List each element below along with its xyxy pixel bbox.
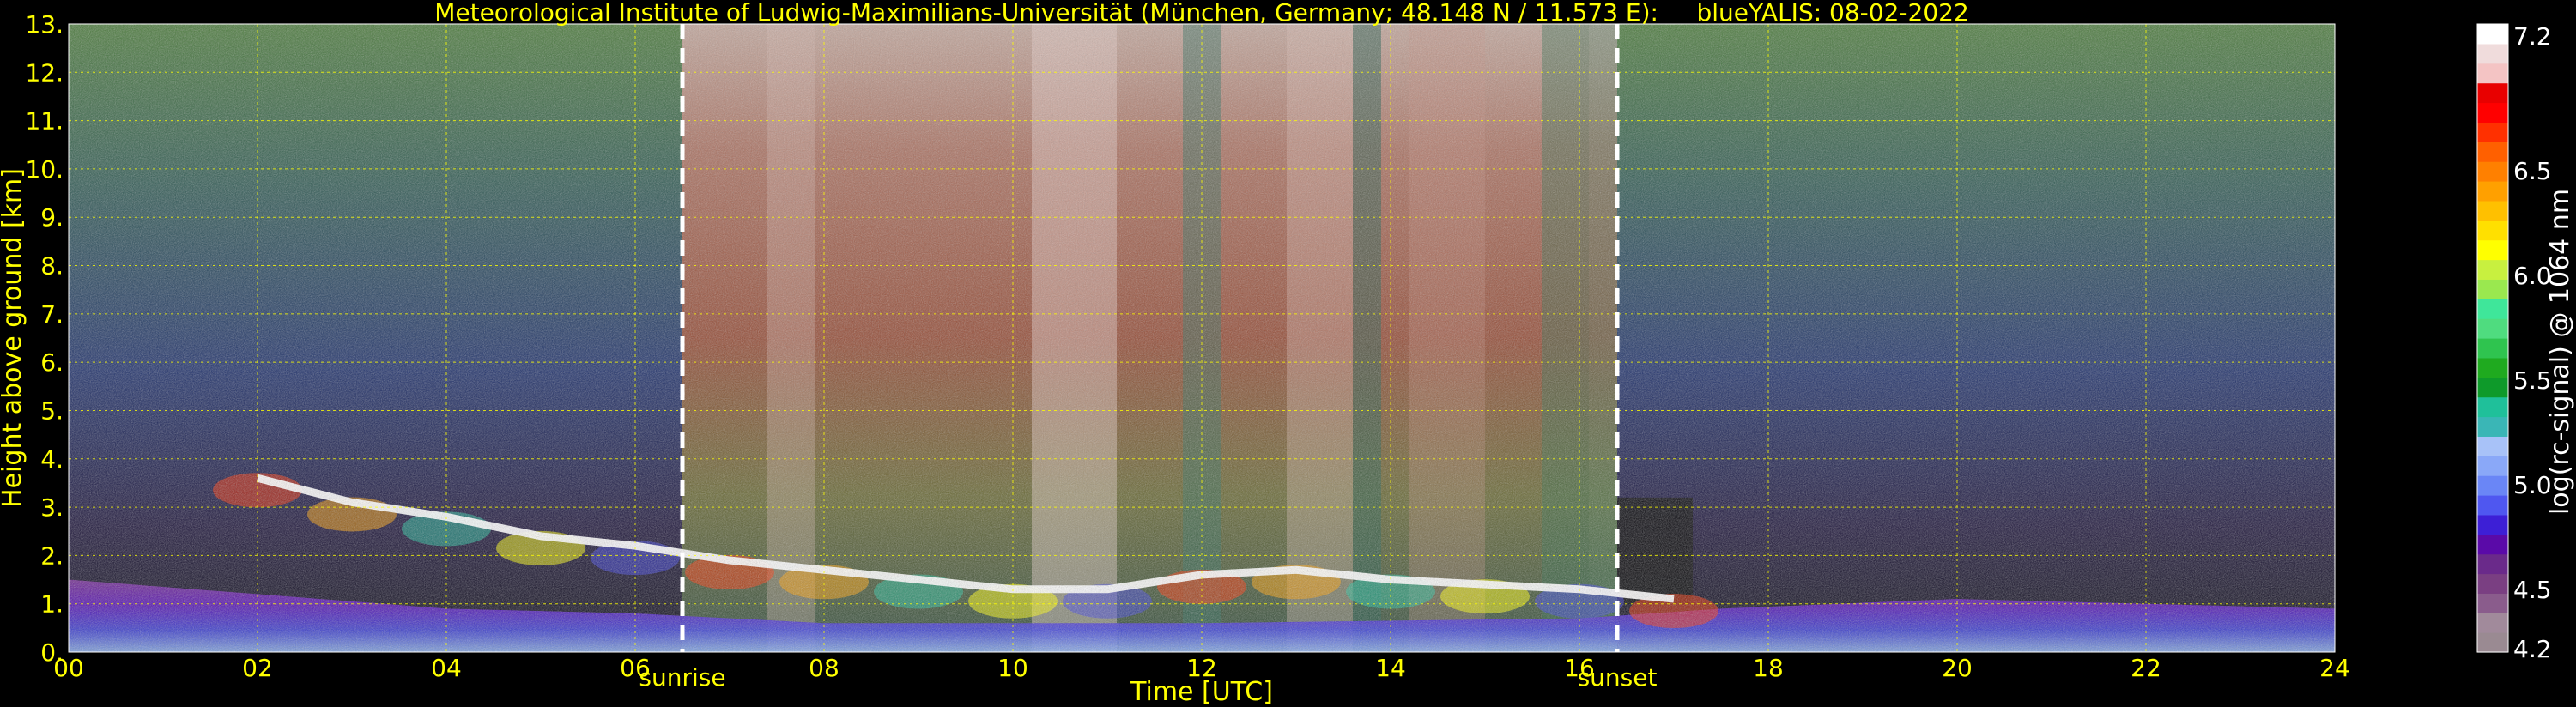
y-tick-label: 9. — [40, 203, 64, 232]
x-axis-label: Time [UTC] — [1130, 677, 1273, 707]
colorbar-swatch — [2477, 220, 2508, 241]
y-tick-labels: 0.1.2.3.4.5.6.7.8.9.10.11.12.13. — [25, 10, 64, 667]
colorbar-swatch — [2477, 456, 2508, 476]
y-tick-label: 1. — [40, 590, 64, 619]
colorbar-swatch — [2477, 593, 2508, 613]
y-tick-label: 13. — [25, 10, 64, 39]
colorbar-swatch — [2477, 142, 2508, 162]
colorbar-swatch — [2477, 416, 2508, 437]
y-axis-label: Height above ground [km] — [0, 168, 27, 508]
colorbar-swatch — [2477, 534, 2508, 555]
y-tick-label: 4. — [40, 445, 64, 474]
y-tick-label: 10. — [25, 155, 64, 184]
lidar-chart: 0.1.2.3.4.5.6.7.8.9.10.11.12.13. 00 02 04 0… — [0, 0, 2575, 707]
marker-label-sunset: sunset — [1578, 663, 1658, 692]
colorbar-tick-label: 4.5 — [2513, 576, 2552, 604]
colorbar-swatch — [2477, 632, 2508, 653]
y-tick-label: 3. — [40, 493, 64, 522]
x-tick-label: 10 — [997, 654, 1028, 682]
colorbar-swatch — [2477, 514, 2508, 535]
colorbar-swatch — [2477, 259, 2508, 280]
colorbar-swatch — [2477, 318, 2508, 339]
colorbar-swatch — [2477, 377, 2508, 398]
colorbar-swatch — [2477, 239, 2508, 261]
colorbar-swatch — [2477, 573, 2508, 594]
y-tick-label: 12. — [25, 58, 64, 87]
colorbar-tick-label: 4.2 — [2513, 635, 2552, 663]
colorbar — [2476, 23, 2509, 653]
colorbar-swatch — [2477, 102, 2508, 123]
y-tick-label: 5. — [40, 396, 64, 425]
y-tick-label: 8. — [40, 252, 64, 281]
x-tick-label: 02 — [242, 654, 273, 682]
colorbar-label: log(rc-signal) @ 1064 nm — [2545, 189, 2575, 515]
colorbar-swatch — [2477, 396, 2508, 418]
plot-area — [69, 24, 2335, 652]
colorbar-swatch — [2477, 553, 2508, 575]
x-tick-label: 08 — [809, 654, 839, 682]
chart-title: Meteorological Institute of Ludwig-Maxim… — [434, 0, 1969, 27]
colorbar-tick-label: 7.2 — [2513, 22, 2552, 51]
y-tick-label: 6. — [40, 348, 64, 377]
colorbar-swatch — [2477, 24, 2508, 45]
x-tick-label: 00 — [53, 654, 84, 682]
x-tick-label: 04 — [431, 654, 462, 682]
x-tick-label: 14 — [1375, 654, 1406, 682]
y-tick-label: 2. — [40, 541, 64, 570]
colorbar-swatch — [2477, 613, 2508, 633]
y-tick-label: 7. — [40, 300, 64, 329]
y-tick-label: 11. — [25, 107, 64, 136]
colorbar-swatch — [2477, 338, 2508, 359]
x-tick-label: 24 — [2319, 654, 2350, 682]
x-tick-label: 22 — [2131, 654, 2161, 682]
colorbar-swatch — [2477, 82, 2508, 104]
colorbar-swatch — [2477, 181, 2508, 202]
colorbar-swatch — [2477, 357, 2508, 378]
colorbar-swatch — [2477, 43, 2508, 64]
x-tick-label: 18 — [1753, 654, 1784, 682]
colorbar-swatch — [2477, 436, 2508, 456]
colorbar-swatch — [2477, 161, 2508, 182]
x-tick-label: 20 — [1942, 654, 1973, 682]
colorbar-swatch — [2477, 279, 2508, 299]
colorbar-swatch — [2477, 495, 2508, 516]
colorbar-swatch — [2477, 122, 2508, 142]
colorbar-swatch — [2477, 63, 2508, 84]
colorbar-swatch — [2477, 200, 2508, 221]
colorbar-swatch — [2477, 299, 2508, 319]
colorbar-swatch — [2477, 475, 2508, 496]
colorbar-tick-label: 6.5 — [2513, 157, 2552, 185]
marker-label-sunrise: sunrise — [639, 663, 725, 692]
